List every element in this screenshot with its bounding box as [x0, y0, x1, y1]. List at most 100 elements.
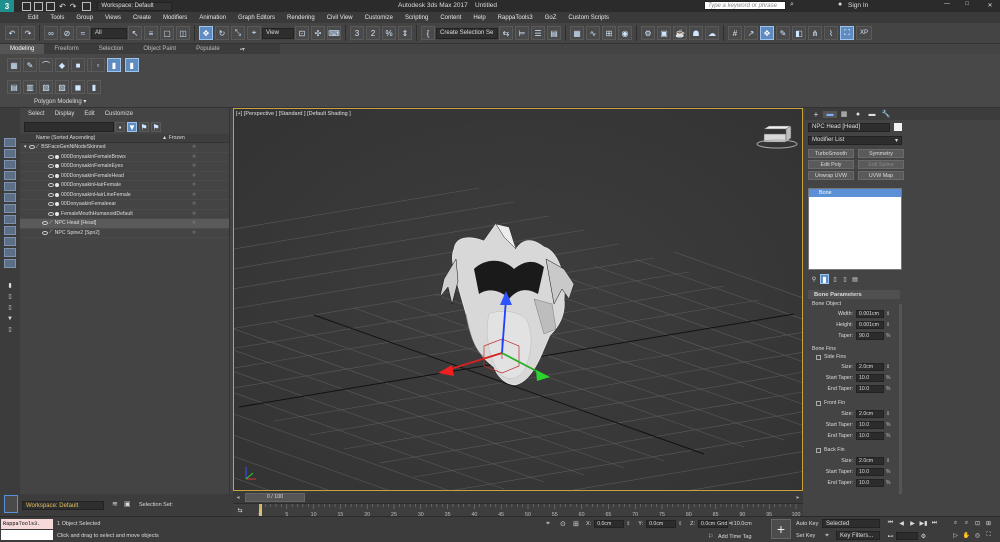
explorer-menu-select[interactable]: Select — [28, 111, 45, 117]
column-frozen[interactable]: ▲ Frozen — [162, 135, 185, 141]
search-input[interactable]: Type a keyword or phrase — [704, 1, 786, 10]
sign-in-link[interactable]: Sign In — [848, 2, 868, 9]
perspective-viewport[interactable]: [+] [Perspective ] [Standard ] [Default … — [233, 108, 803, 491]
isolate-selection-icon[interactable]: ⊙ — [560, 520, 566, 528]
snaps-toggle-icon[interactable]: 3 — [350, 26, 364, 40]
border-tool-icon[interactable]: ▥ — [23, 80, 37, 94]
hidden-toggle-icon[interactable]: ▯ — [0, 302, 20, 313]
scene-explorer-row[interactable]: 000DonyaakinFemaleEyes ❄ — [20, 162, 229, 172]
object-color-swatch[interactable] — [894, 123, 902, 131]
turbosmooth-button[interactable]: TurboSmooth — [808, 149, 854, 158]
front-start-taper-spinner[interactable]: 10.0 — [856, 420, 884, 429]
project-folder-icon[interactable] — [82, 1, 92, 11]
previous-frame-icon[interactable]: ◀ — [896, 520, 907, 527]
curve-tool-icon[interactable]: ⌇ — [824, 26, 838, 40]
key-mode-dropdown[interactable]: Selected — [822, 519, 880, 528]
undo-button[interactable]: ↶ — [5, 26, 19, 40]
display-groups-icon[interactable] — [4, 226, 16, 235]
bind-space-warp-icon[interactable]: ≈ — [76, 26, 90, 40]
edit-spline-button[interactable]: Edit Spline — [858, 160, 904, 169]
field-of-view-icon[interactable]: ▷ — [950, 532, 961, 539]
symmetry-button[interactable]: Symmetry — [858, 149, 904, 158]
back-size-spinner[interactable]: 2.0cm — [856, 456, 884, 465]
hierarchy-icon[interactable]: ⋔ — [808, 26, 822, 40]
zoom-extents-all-icon[interactable]: ⊞ — [983, 520, 994, 527]
visibility-eye-icon[interactable] — [42, 230, 48, 235]
unwrap-uvw-button[interactable]: Unwrap UVW — [808, 171, 854, 180]
layer-icon[interactable]: ◧ — [792, 26, 806, 40]
explorer-filter-icon[interactable]: ▼ — [127, 122, 137, 132]
visibility-eye-icon[interactable] — [48, 164, 54, 169]
visibility-eye-icon[interactable] — [48, 192, 54, 197]
width-spinner[interactable]: 0.001cm — [856, 309, 884, 318]
display-tab-icon[interactable]: ▬ — [865, 111, 879, 118]
tab-freeform[interactable]: Freeform — [44, 44, 88, 54]
time-tag-icon[interactable]: ⚐ — [708, 533, 713, 540]
menu-edit[interactable]: Edit — [28, 15, 38, 21]
uvw-map-button[interactable]: UVW Map — [858, 171, 904, 180]
freeze-toggle-icon[interactable]: ❄ — [192, 163, 196, 169]
transform-gizmo-icon[interactable]: ✥ — [760, 26, 774, 40]
key-filters-button[interactable]: Key Filters... — [836, 531, 880, 540]
render-cloud-icon[interactable]: ☁ — [705, 26, 719, 40]
vertex-tool-icon[interactable]: ◆ — [55, 58, 69, 72]
visibility-eye-icon[interactable] — [28, 145, 35, 150]
visibility-eye-icon[interactable] — [48, 202, 54, 207]
zoom-extents-icon[interactable]: ⊡ — [972, 520, 983, 527]
menu-create[interactable]: Create — [133, 15, 151, 21]
freeze-toggle-icon[interactable]: ❄ — [192, 192, 196, 198]
redo-button[interactable]: ↷ — [21, 26, 35, 40]
maximize-icon[interactable]: □ — [960, 1, 974, 7]
curve-editor-icon[interactable]: ∿ — [586, 26, 600, 40]
menu-civil-view[interactable]: Civil View — [327, 15, 353, 21]
menu-scripting[interactable]: Scripting — [405, 15, 428, 21]
edge-tool-icon[interactable]: ▤ — [7, 80, 21, 94]
hierarchy-tab-icon[interactable]: ▦ — [837, 110, 851, 118]
time-slider-prev-icon[interactable]: ◂ — [233, 494, 243, 501]
mini-curve-editor-icon[interactable]: ⇆ — [235, 505, 245, 515]
cylinder-tool-icon[interactable]: ▮ — [87, 80, 101, 94]
make-unique-icon[interactable]: ▯ — [830, 276, 840, 283]
side-start-taper-spinner[interactable]: 10.0 — [856, 373, 884, 382]
select-by-name-icon[interactable]: ≡ — [144, 26, 158, 40]
menu-rendering[interactable]: Rendering — [287, 15, 315, 21]
explorer-menu-display[interactable]: Display — [55, 111, 75, 117]
select-and-scale-icon[interactable]: ⤡ — [231, 26, 245, 40]
select-object-icon[interactable]: ↖ — [128, 26, 142, 40]
column-name[interactable]: Name (Sorted Ascending) — [36, 135, 95, 141]
ribbon-panel-label[interactable]: Polygon Modeling ▾ — [34, 98, 86, 105]
region-select-icon[interactable]: ▢ — [160, 26, 174, 40]
scene-explorer-row[interactable]: ⟋ NPC Spine2 [Spn2] ❄ — [20, 229, 229, 238]
front-end-taper-spinner[interactable]: 10.0 — [856, 431, 884, 440]
display-helpers-icon[interactable] — [4, 204, 16, 213]
display-spacewarps-icon[interactable] — [4, 215, 16, 224]
menu-group[interactable]: Group — [76, 15, 93, 21]
grid-icon[interactable]: # — [728, 26, 742, 40]
rendered-frame-window-icon[interactable]: ▣ — [657, 26, 671, 40]
mirror-icon[interactable]: ⇆ — [499, 26, 513, 40]
save-file-icon[interactable] — [46, 1, 55, 11]
select-toggle-icon[interactable]: ⛶ — [840, 26, 854, 40]
select-manipulate-icon[interactable]: ✣ — [311, 26, 325, 40]
link-icon[interactable]: ∞ — [44, 26, 58, 40]
orbit-icon[interactable]: ◎ — [972, 532, 983, 539]
configure-sets-icon[interactable]: ▤ — [850, 276, 860, 283]
angle-snap-icon[interactable]: 2 — [366, 26, 380, 40]
tab-selection[interactable]: Selection — [89, 44, 134, 54]
freeze-toggle-icon[interactable]: ❄ — [192, 201, 196, 207]
freeze-toggle-icon[interactable]: ❄ — [192, 154, 196, 160]
time-slider-next-icon[interactable]: ▸ — [793, 494, 803, 501]
mini-listener-icon[interactable] — [4, 495, 18, 513]
user-icon[interactable]: ● — [838, 1, 842, 8]
absolute-mode-icon[interactable]: ⊞ — [573, 520, 579, 528]
redo-icon[interactable]: ↷ — [70, 2, 77, 11]
explorer-menu-edit[interactable]: Edit — [84, 111, 94, 117]
height-spinner[interactable]: 0.001cm — [856, 320, 884, 329]
spinner-snap-icon[interactable]: ⇕ — [398, 26, 412, 40]
front-fin-checkbox[interactable]: Front Fin — [808, 398, 900, 408]
menu-tools[interactable]: Tools — [50, 15, 64, 21]
named-selection-sets-dropdown[interactable]: Create Selection Se — [436, 27, 498, 39]
freeze-toggle-icon[interactable]: ❄ — [192, 220, 196, 226]
y-coordinate-field[interactable]: 0.0cm — [646, 520, 677, 528]
minimize-icon[interactable]: — — [940, 1, 954, 7]
